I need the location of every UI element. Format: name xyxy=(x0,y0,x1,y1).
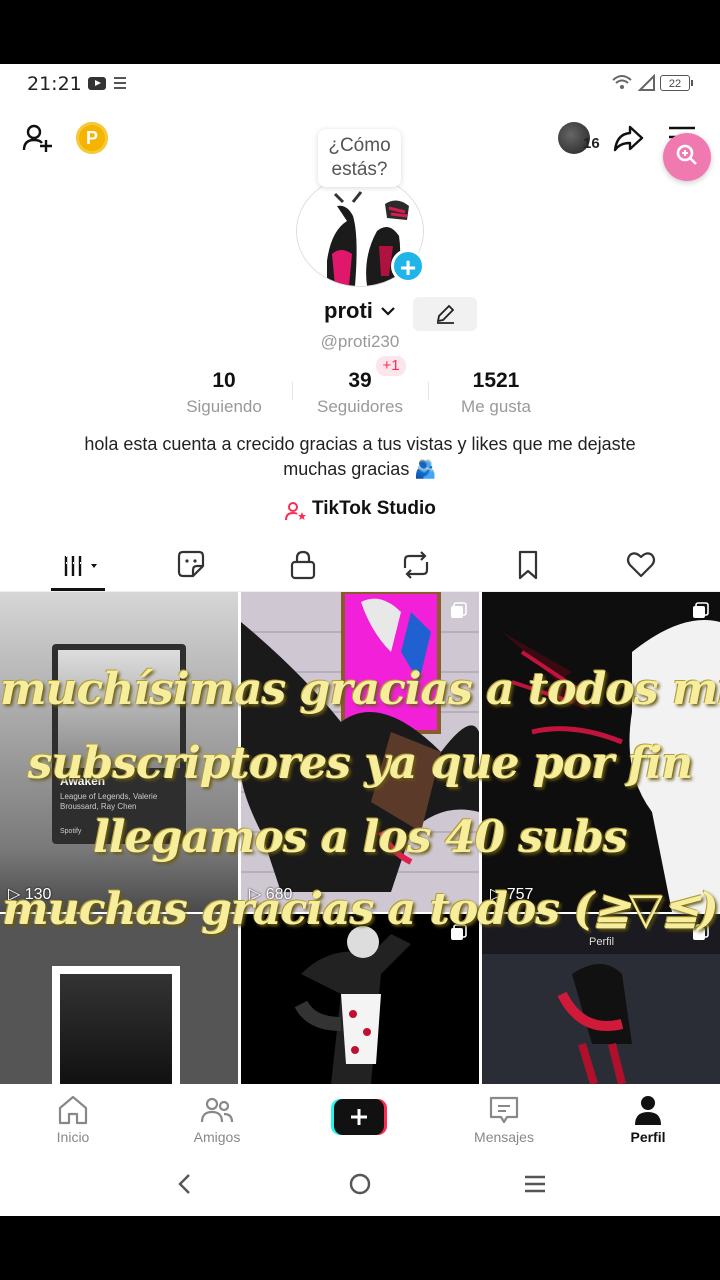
studio-user-icon xyxy=(285,502,306,521)
repost-icon[interactable] xyxy=(400,548,432,582)
multi-image-icon xyxy=(693,602,709,618)
status-bubble[interactable]: ¿Cómo estás? xyxy=(318,129,401,187)
overlay-caption-line: subscriptores ya que por fin xyxy=(27,738,693,789)
home-icon xyxy=(58,1095,88,1125)
share-icon[interactable] xyxy=(612,122,644,154)
wifi-icon xyxy=(612,75,632,89)
bio: hola esta cuenta a crecido gracias a tus… xyxy=(40,432,680,482)
status-time: 21:21 xyxy=(27,73,82,95)
stat-likes[interactable]: 1521 Me gusta xyxy=(416,369,576,417)
back-icon[interactable] xyxy=(174,1172,196,1196)
video-thumbnail[interactable]: Perfil xyxy=(482,914,720,1084)
video-art xyxy=(482,954,720,1084)
youtube-icon xyxy=(88,77,106,90)
user-handle: @proti230 xyxy=(320,332,400,351)
home-circle-icon[interactable] xyxy=(347,1172,373,1196)
bio-line: hola esta cuenta a crecido gracias a tus… xyxy=(84,434,636,454)
profile-visitors-count: 16 xyxy=(583,135,600,152)
battery-indicator: 22 xyxy=(660,75,693,91)
zoom-icon xyxy=(676,144,697,165)
thumb-label: Perfil xyxy=(589,936,615,948)
create-button[interactable] xyxy=(331,1099,387,1135)
overlay-caption-line: muchísimas gracias a todos mis xyxy=(0,664,720,715)
pencil-icon xyxy=(436,304,455,324)
inbox-icon xyxy=(489,1096,519,1124)
video-thumbnail[interactable] xyxy=(0,914,238,1084)
nav-friends-label: Amigos xyxy=(193,1129,241,1145)
album-artists: League of Legends, Valerie Broussard, Ra… xyxy=(60,792,158,811)
sticker-icon[interactable] xyxy=(175,548,207,582)
profile-icon xyxy=(635,1096,661,1125)
multi-image-icon xyxy=(451,602,467,618)
album-cover xyxy=(52,966,180,1084)
videos-tab-icon[interactable] xyxy=(62,548,102,582)
nav-home-label: Inicio xyxy=(56,1129,90,1145)
zoom-bubble[interactable] xyxy=(663,133,711,181)
video-thumbnail[interactable] xyxy=(241,914,479,1084)
bookmark-icon[interactable] xyxy=(514,548,542,582)
nav-messages[interactable]: Mensajes xyxy=(454,1094,554,1145)
video-art xyxy=(241,914,479,1084)
likes-label: Me gusta xyxy=(461,397,531,416)
nav-friends[interactable]: Amigos xyxy=(167,1094,267,1145)
nav-profile[interactable]: Perfil xyxy=(598,1094,698,1145)
add-friend-icon[interactable] xyxy=(22,122,54,154)
add-story-button[interactable]: + xyxy=(391,249,425,283)
overlay-caption-line: muchas gracias a todos (≧▽≦) xyxy=(2,884,718,935)
lock-icon[interactable] xyxy=(288,548,318,582)
edit-profile-button[interactable] xyxy=(413,297,477,331)
notification-icon xyxy=(114,77,126,89)
phone-screen: 21:21 22 P 16 + ¿Cómo estás? proti @prot… xyxy=(0,64,720,1216)
nav-profile-label: Perfil xyxy=(630,1129,666,1145)
album-art xyxy=(60,974,172,1084)
overlay-caption-line: llegamos a los 40 subs xyxy=(93,812,628,863)
username[interactable]: proti xyxy=(324,298,373,324)
likes-count: 1521 xyxy=(472,369,520,392)
friends-icon xyxy=(200,1097,234,1123)
chevron-down-icon[interactable] xyxy=(380,304,396,318)
nav-home[interactable]: Inicio xyxy=(23,1094,123,1145)
recents-icon[interactable] xyxy=(523,1174,547,1194)
heart-icon[interactable] xyxy=(625,548,657,582)
bio-line: muchas gracias 🫂 xyxy=(283,459,437,479)
coins-icon[interactable]: P xyxy=(76,122,108,154)
tiktok-studio-link[interactable]: TikTok Studio xyxy=(312,498,436,520)
signal-icon xyxy=(638,74,655,91)
nav-messages-label: Mensajes xyxy=(474,1129,534,1145)
